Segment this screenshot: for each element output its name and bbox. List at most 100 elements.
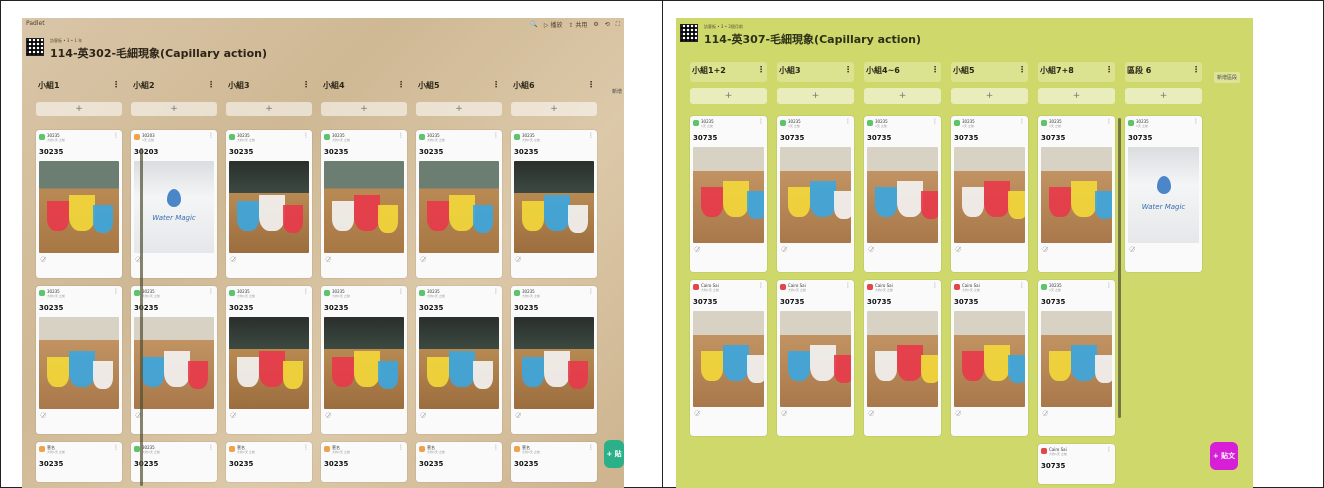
comment-icon[interactable]: ◌̷ — [416, 253, 502, 265]
card-menu-icon[interactable]: ⋮ — [588, 444, 594, 451]
post-photo[interactable] — [514, 161, 594, 253]
post-photo[interactable]: Water Magic — [134, 161, 214, 253]
add-card-button[interactable]: + — [511, 102, 597, 116]
post-card[interactable]: 30235 大約1天 之前 ⋮ 30235 ◌̷ — [226, 130, 312, 278]
post-card[interactable]: Cairo Sai 大約1天 之前 ⋮ 30735 ◌̷ — [690, 280, 767, 436]
comment-icon[interactable]: ◌̷ — [777, 407, 854, 419]
slideshow-button[interactable]: ▷ 播放 — [544, 20, 563, 29]
column-menu-icon[interactable]: ⋮ — [492, 80, 500, 92]
add-post-button[interactable]: + 貼 — [604, 440, 624, 468]
add-section-label[interactable]: 新增 — [612, 88, 622, 95]
post-card[interactable]: 30235 大約1天 之前 ⋮ 30235 ◌̷ — [226, 286, 312, 434]
card-menu-icon[interactable]: ⋮ — [493, 444, 499, 451]
post-photo[interactable] — [419, 317, 499, 409]
post-card[interactable]: 30235 大約1天 之前 ⋮ 30235 ◌̷ — [511, 286, 597, 434]
column-header[interactable]: 小組4 ⋮ — [321, 80, 407, 92]
comment-icon[interactable]: ◌̷ — [1038, 243, 1115, 255]
add-card-button[interactable]: + — [864, 88, 941, 104]
post-photo[interactable] — [324, 161, 404, 253]
comment-icon[interactable]: ◌̷ — [131, 253, 217, 265]
add-card-button[interactable]: + — [321, 102, 407, 116]
card-menu-icon[interactable]: ⋮ — [932, 282, 938, 289]
column-menu-icon[interactable]: ⋮ — [1192, 65, 1200, 79]
post-photo[interactable] — [693, 147, 764, 243]
post-card[interactable]: 30235 1天 之前 ⋮ 30735 ◌̷ — [690, 116, 767, 272]
card-menu-icon[interactable]: ⋮ — [1106, 118, 1112, 125]
column-header[interactable]: 小組6 ⋮ — [511, 80, 597, 92]
add-card-button[interactable]: + — [690, 88, 767, 104]
post-photo[interactable] — [134, 317, 214, 409]
column-header[interactable]: 小組4~6 ⋮ — [864, 62, 941, 82]
post-photo[interactable] — [954, 311, 1025, 407]
card-menu-icon[interactable]: ⋮ — [398, 444, 404, 451]
comment-icon[interactable]: ◌̷ — [511, 409, 597, 421]
post-photo[interactable] — [39, 317, 119, 409]
card-menu-icon[interactable]: ⋮ — [208, 288, 214, 295]
card-menu-icon[interactable]: ⋮ — [493, 132, 499, 139]
add-card-button[interactable]: + — [131, 102, 217, 116]
post-photo[interactable] — [1041, 147, 1112, 243]
column-header[interactable]: 小組1+2 ⋮ — [690, 62, 767, 82]
card-menu-icon[interactable]: ⋮ — [1106, 446, 1112, 453]
gear-icon[interactable]: ⚙ — [593, 21, 598, 28]
card-menu-icon[interactable]: ⋮ — [758, 282, 764, 289]
add-card-button[interactable]: + — [777, 88, 854, 104]
post-card[interactable]: 菅名 大約1天 之前 ⋮ 30235 — [321, 442, 407, 482]
post-photo[interactable] — [419, 161, 499, 253]
post-photo[interactable] — [39, 161, 119, 253]
card-menu-icon[interactable]: ⋮ — [758, 118, 764, 125]
add-section-label[interactable]: 新增區段 — [1214, 72, 1241, 83]
card-menu-icon[interactable]: ⋮ — [113, 132, 119, 139]
card-menu-icon[interactable]: ⋮ — [398, 288, 404, 295]
add-card-button[interactable]: + — [1038, 88, 1115, 104]
column-header[interactable]: 小組5 ⋮ — [951, 62, 1028, 82]
comment-icon[interactable]: ◌̷ — [416, 409, 502, 421]
post-card[interactable]: 30235 大約1天 之前 ⋮ 30235 ◌̷ — [321, 130, 407, 278]
add-card-button[interactable]: + — [951, 88, 1028, 104]
comment-icon[interactable]: ◌̷ — [690, 243, 767, 255]
column-menu-icon[interactable]: ⋮ — [397, 80, 405, 92]
comment-icon[interactable]: ◌̷ — [321, 253, 407, 265]
post-photo[interactable]: Water Magic — [1128, 147, 1199, 243]
card-menu-icon[interactable]: ⋮ — [398, 132, 404, 139]
post-card[interactable]: 30235 大約1天 之前 ⋮ 30235 ◌̷ — [416, 286, 502, 434]
column-menu-icon[interactable]: ⋮ — [757, 65, 765, 79]
post-photo[interactable] — [954, 147, 1025, 243]
post-card[interactable]: 30235 1天 之前 ⋮ 30735 ◌̷ — [777, 116, 854, 272]
refresh-icon[interactable]: ⟲ — [605, 21, 610, 28]
card-menu-icon[interactable]: ⋮ — [1019, 282, 1025, 289]
column-header[interactable]: 小組5 ⋮ — [416, 80, 502, 92]
card-menu-icon[interactable]: ⋮ — [208, 444, 214, 451]
card-menu-icon[interactable]: ⋮ — [1019, 118, 1025, 125]
post-photo[interactable] — [324, 317, 404, 409]
comment-icon[interactable]: ◌̷ — [1038, 407, 1115, 419]
column-menu-icon[interactable]: ⋮ — [1018, 65, 1026, 79]
post-card[interactable]: 30235 大約1天 之前 ⋮ 30235 ◌̷ — [36, 286, 122, 434]
card-menu-icon[interactable]: ⋮ — [845, 282, 851, 289]
post-card[interactable]: Cairo Sai 大約1天 之前 ⋮ 30735 ◌̷ — [777, 280, 854, 436]
post-card[interactable]: 30235 大約1天 之前 ⋮ 30235 ◌̷ — [321, 286, 407, 434]
card-menu-icon[interactable]: ⋮ — [208, 132, 214, 139]
card-menu-icon[interactable]: ⋮ — [493, 288, 499, 295]
card-menu-icon[interactable]: ⋮ — [1193, 118, 1199, 125]
post-photo[interactable] — [1041, 311, 1112, 407]
post-photo[interactable] — [229, 161, 309, 253]
post-photo[interactable] — [780, 147, 851, 243]
column-header[interactable]: 小組3 ⋮ — [777, 62, 854, 82]
post-card[interactable]: Cairo Sai 大約1天 之前 ⋮ 30735 — [1038, 444, 1115, 484]
comment-icon[interactable]: ◌̷ — [36, 409, 122, 421]
card-menu-icon[interactable]: ⋮ — [303, 288, 309, 295]
comment-icon[interactable]: ◌̷ — [690, 407, 767, 419]
post-card[interactable]: 30235 1天 之前 ⋮ 30735 ◌̷ — [1038, 280, 1115, 436]
card-menu-icon[interactable]: ⋮ — [1106, 282, 1112, 289]
post-card[interactable]: 30235 大約1天 之前 ⋮ 30235 ◌̷ — [36, 130, 122, 278]
add-card-button[interactable]: + — [1125, 88, 1202, 104]
search-icon[interactable]: 🔍 — [530, 21, 537, 28]
column-header[interactable]: 小組1 ⋮ — [36, 80, 122, 92]
post-photo[interactable] — [867, 147, 938, 243]
comment-icon[interactable]: ◌̷ — [36, 253, 122, 265]
add-card-button[interactable]: + — [226, 102, 312, 116]
comment-icon[interactable]: ◌̷ — [1125, 243, 1202, 255]
comment-icon[interactable]: ◌̷ — [864, 407, 941, 419]
card-menu-icon[interactable]: ⋮ — [303, 444, 309, 451]
